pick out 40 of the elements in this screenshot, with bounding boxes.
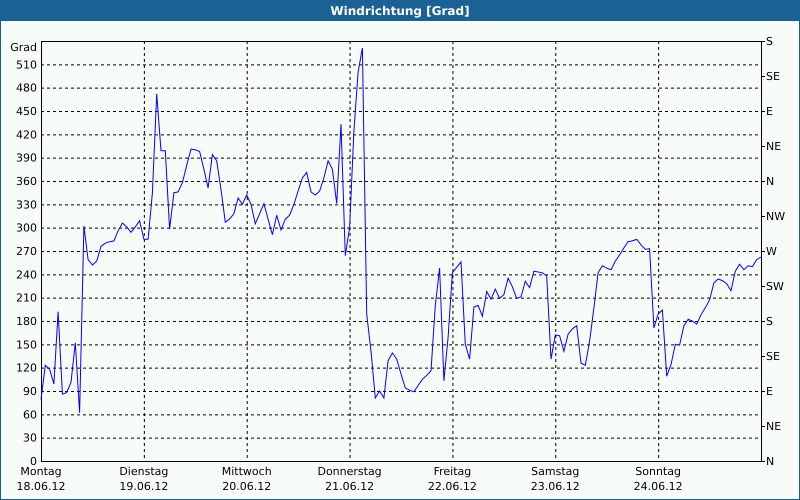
y-tick-label: 0 [30,455,37,468]
y-tick-label: 390 [16,152,37,165]
x-tick-label: Mittwoch 20.06.12 [222,465,272,493]
y-tick-label: 210 [16,292,37,305]
y-tick-label: 120 [16,362,37,375]
compass-label: E [766,105,773,118]
compass-label: SE [766,350,780,363]
x-tick-label: Dienstag 19.06.12 [119,465,168,493]
compass-label: E [766,385,773,398]
x-tick-label: Montag 18.06.12 [16,465,66,493]
axis-title: Grad [10,41,37,54]
y-tick-label: 150 [16,338,37,352]
y-tick-label: 510 [16,58,37,72]
compass-label: W [766,245,777,258]
y-tick-label: 60 [23,408,37,422]
x-tick-label: Donnerstag 21.06.12 [317,465,382,493]
compass-label: N [766,455,774,468]
y-tick-label: 240 [16,268,37,282]
compass-label: SE [766,70,780,83]
x-tick-label: Sonntag 24.06.12 [634,465,683,493]
y-tick-label: 360 [16,175,37,188]
compass-label: NE [766,140,782,153]
y-tick-label: 270 [16,245,37,258]
compass-label: S [766,315,773,328]
x-tick-label: Freitag 22.06.12 [428,465,477,493]
compass-label: NE [766,420,782,433]
y-tick-label: 90 [23,385,37,398]
x-tick-label: Samstag 23.06.12 [530,465,580,493]
y-tick-label: 300 [16,222,37,235]
y-tick-label: 330 [16,198,37,212]
compass-label: SW [766,280,784,293]
y-tick-label: 450 [16,105,37,118]
y-tick-label: 480 [16,82,37,95]
y-tick-label: 420 [16,128,37,142]
window-title: Windrichtung [Grad] [1,1,799,21]
y-tick-label: 30 [23,432,37,445]
compass-label: NW [766,210,786,223]
y-tick-label: 180 [16,315,37,328]
compass-label: S [766,35,773,48]
compass-label: N [766,175,774,188]
